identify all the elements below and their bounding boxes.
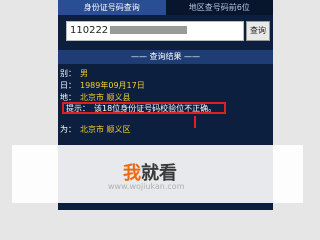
row-label: 地： — [60, 93, 76, 102]
row-label: 日： — [60, 81, 76, 90]
watermark-band: 我就看 www.wojiukan.com — [12, 145, 303, 203]
result-row-warning: 提示： 该18位身份证号码校验位不正确。 — [66, 103, 216, 115]
search-button[interactable]: 查询 — [246, 21, 270, 41]
result-row-gender: 别： 男 — [60, 68, 88, 80]
result-row-area: 为： 北京市 顺义区 — [60, 124, 131, 136]
logo-accent: 我 — [123, 163, 141, 184]
id-number-input[interactable]: 110222 — [66, 21, 244, 41]
query-tabs: 身份证号码查询 地区查号码前6位 — [58, 0, 273, 15]
masked-digits — [110, 26, 188, 34]
row-label: 别： — [60, 69, 76, 78]
result-title: 查询结果 — [149, 52, 182, 61]
tab-id-query[interactable]: 身份证号码查询 — [58, 0, 166, 15]
dash-left: —— — [130, 52, 150, 61]
search-row: 110222 查询 — [66, 21, 271, 43]
row-value: 1989年09月17日 — [80, 81, 145, 90]
watermark-url: www.wojiukan.com — [108, 182, 185, 191]
row-label: 为： — [60, 125, 76, 134]
logo-rest: 就看 — [141, 163, 177, 184]
row-label: 提示： — [66, 104, 90, 113]
row-value: 男 — [80, 69, 88, 78]
tab-area-code[interactable]: 地区查号码前6位 — [165, 0, 273, 15]
dash-right: —— — [181, 52, 201, 61]
row-value: 北京市 顺义县 — [80, 93, 131, 102]
result-header: —— 查询结果 —— — [58, 50, 273, 64]
result-row-birth: 日： 1989年09月17日 — [60, 80, 145, 92]
row-value: 北京市 顺义区 — [80, 125, 131, 134]
id-number-value: 110222 — [70, 25, 109, 36]
highlight-arrow — [194, 116, 196, 128]
row-value: 该18位身份证号码校验位不正确。 — [94, 104, 217, 113]
